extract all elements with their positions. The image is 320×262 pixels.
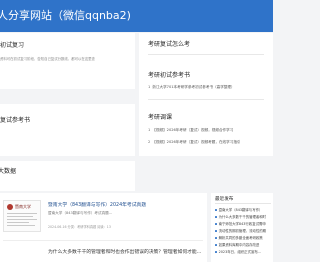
recent-post-item[interactable]: 南宁师范大学843行政复试需申 bbox=[215, 221, 266, 226]
bullet-icon bbox=[215, 223, 217, 225]
recent-post-text: 解析共同的多副全面考研政策 bbox=[218, 236, 263, 240]
recent-post-text: 如果资料库期中内容存改进 bbox=[218, 243, 260, 247]
thumbnail-text-line bbox=[7, 219, 37, 220]
card-retest-books: 复试参考书 bbox=[0, 104, 135, 156]
article-title[interactable]: 为什么大多数千千的管理者和时也会作出错误的决策？管理者如何才能... bbox=[48, 248, 201, 255]
card-big-data-title[interactable]: 大数据 bbox=[0, 166, 16, 175]
recent-post-item[interactable]: 解析共同的多副全面考研政策 bbox=[215, 235, 263, 240]
article-meta: 2024-06-16 分类：考研学科真题 阅读：13 bbox=[48, 225, 111, 229]
tuning-list-item[interactable]: 2 【视频】2026年考研（复试）视频考题，在线学习指引 bbox=[148, 140, 241, 145]
thumbnail-text-line bbox=[7, 225, 35, 226]
university-logo-icon bbox=[7, 204, 13, 210]
section-title-retest-how[interactable]: 考研复试怎么考 bbox=[148, 39, 190, 48]
recent-post-text: 暨南大学（843翻译与写作） bbox=[218, 208, 263, 212]
recent-post-text: 2023年日，组织正式宣布... bbox=[218, 250, 261, 254]
list-item-number: 2 bbox=[148, 140, 151, 144]
thumbnail-text-line bbox=[7, 213, 37, 214]
article-thumbnail[interactable]: 暨南大学 bbox=[3, 200, 41, 232]
list-item-number: 1 bbox=[148, 85, 151, 89]
article-excerpt: 暨南大学（843翻译与写作）考试真题... bbox=[48, 211, 113, 215]
side-panel: 考研复试怎么考 考研初试参考书 1 浙江大学701本考研学参考初试参考书（高学整理… bbox=[139, 33, 273, 156]
recent-posts-title: 最近发布 bbox=[215, 197, 234, 202]
books-list-item[interactable]: 1 浙江大学701本考研学参考初试参考书（高学整理） bbox=[148, 85, 235, 90]
site-title[interactable]: 人分享网站（微信qqnba2) bbox=[0, 9, 131, 23]
recent-post-text: 流动性的期初管理，流动性的期 bbox=[218, 229, 267, 233]
recent-post-text: 南宁师范大学843行政复试需申 bbox=[218, 222, 266, 226]
thumbnail-header: 暨南大学 bbox=[15, 204, 31, 209]
site-header: 人分享网站（微信qqnba2) bbox=[0, 0, 273, 32]
bullet-icon bbox=[215, 237, 217, 239]
list-item-number: 1 bbox=[148, 128, 151, 132]
article-title[interactable]: 暨南大学（843翻译与写作）2024年考试真题 bbox=[48, 201, 146, 208]
section-title-tuning[interactable]: 考研调课 bbox=[148, 112, 172, 121]
list-item-text: 【视频】2026年考研（复试）视频考题，在线学习指引 bbox=[152, 140, 241, 144]
thumbnail-text-line bbox=[7, 216, 33, 217]
list-item-text: 【视频】2026年考研（复试）视频，视频合作学习 bbox=[152, 128, 234, 132]
recent-post-item[interactable]: 如果资料库期中内容存改进 bbox=[215, 242, 259, 247]
bullet-icon bbox=[215, 244, 217, 246]
recent-post-item[interactable]: 为什么大多数千千的管理者和时 bbox=[215, 214, 266, 219]
bullet-icon bbox=[215, 209, 217, 211]
card-initial-review: 初试复习 资料可在初试复习阶段，告知自己复试分数线，都可以在这里查 bbox=[0, 33, 135, 89]
recent-post-text: 为什么大多数千千的管理者和时 bbox=[218, 215, 267, 219]
thumbnail-text-line bbox=[7, 222, 29, 223]
divider bbox=[215, 203, 271, 204]
tuning-list-item[interactable]: 1 【视频】2026年考研（复试）视频，视频合作学习 bbox=[148, 128, 233, 133]
bullet-icon bbox=[215, 230, 217, 232]
card-retest-books-title[interactable]: 复试参考书 bbox=[0, 115, 30, 124]
recent-post-item[interactable]: 2023年日，组织正式宣布... bbox=[215, 249, 261, 254]
card-big-data: 大数据 bbox=[0, 161, 135, 191]
recent-post-item[interactable]: 流动性的期初管理，流动性的期 bbox=[215, 228, 266, 233]
section-title-books[interactable]: 考研初试参考书 bbox=[148, 70, 190, 79]
divider bbox=[148, 54, 264, 55]
list-item-text: 浙江大学701本考研学参考初试参考书（高学整理） bbox=[152, 85, 235, 89]
bullet-icon bbox=[215, 216, 217, 218]
recent-post-item[interactable]: 暨南大学（843翻译与写作） bbox=[215, 207, 262, 212]
article-list: 暨南大学 暨南大学（843翻译与写作）2024年考试真题 暨南大学（843翻译与… bbox=[0, 193, 207, 262]
card-initial-review-title[interactable]: 初试复习 bbox=[0, 40, 24, 49]
bullet-icon bbox=[215, 251, 217, 253]
divider bbox=[3, 240, 203, 241]
divider bbox=[148, 99, 264, 100]
recent-posts: 最近发布 暨南大学（843翻译与写作） 为什么大多数千千的管理者和时 南宁师范大… bbox=[211, 193, 273, 262]
card-initial-review-desc: 资料可在初试复习阶段，告知自己复试分数线，都可以在这里查 bbox=[0, 57, 95, 61]
